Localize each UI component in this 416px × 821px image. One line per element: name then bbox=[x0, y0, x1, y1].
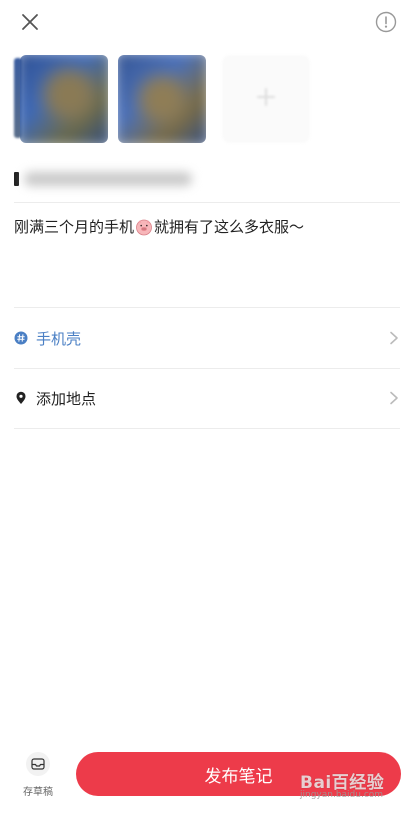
add-location-row[interactable]: 添加地点 bbox=[14, 378, 400, 418]
plus-icon bbox=[253, 84, 279, 114]
title-field[interactable] bbox=[14, 170, 192, 188]
close-button[interactable] bbox=[16, 10, 44, 38]
location-pin-icon bbox=[14, 391, 28, 405]
save-draft-button[interactable]: 存草稿 bbox=[14, 752, 62, 802]
hashtag-icon bbox=[14, 331, 28, 345]
add-image-button[interactable] bbox=[222, 55, 310, 143]
chevron-right-icon bbox=[388, 331, 400, 345]
divider bbox=[14, 368, 400, 369]
topic-label: 手机壳 bbox=[36, 329, 82, 348]
image-strip bbox=[14, 50, 314, 150]
topic-row[interactable]: 手机壳 bbox=[14, 318, 400, 358]
watermark-sub-text: jingyan.baidu.com bbox=[300, 790, 384, 800]
draft-label: 存草稿 bbox=[23, 787, 53, 798]
chevron-right-icon bbox=[388, 391, 400, 405]
note-body-text[interactable]: 刚满三个月的手机 就拥有了这么多衣服～ bbox=[14, 215, 404, 239]
image-thumbnail[interactable] bbox=[20, 55, 108, 143]
draft-icon-circle bbox=[26, 752, 50, 776]
note-text-before-emoji: 刚满三个月的手机 bbox=[14, 218, 135, 236]
divider bbox=[14, 307, 400, 308]
image-thumbnail[interactable] bbox=[118, 55, 206, 143]
inbox-icon bbox=[31, 755, 45, 774]
baidu-jingyan-watermark: Bai百经验 jingyan.baidu.com bbox=[300, 768, 404, 808]
info-circle-icon bbox=[375, 11, 397, 37]
title-blurred bbox=[24, 172, 192, 186]
info-button[interactable] bbox=[372, 10, 400, 38]
note-text-after-emoji: 就拥有了这么多衣服～ bbox=[154, 218, 305, 236]
publish-label: 发布笔记 bbox=[204, 766, 273, 787]
divider bbox=[14, 428, 400, 429]
location-label: 添加地点 bbox=[36, 389, 97, 408]
divider bbox=[14, 202, 400, 203]
close-icon bbox=[21, 13, 39, 35]
pig-face-emoji-icon bbox=[135, 218, 153, 236]
title-char-peek bbox=[14, 172, 19, 186]
